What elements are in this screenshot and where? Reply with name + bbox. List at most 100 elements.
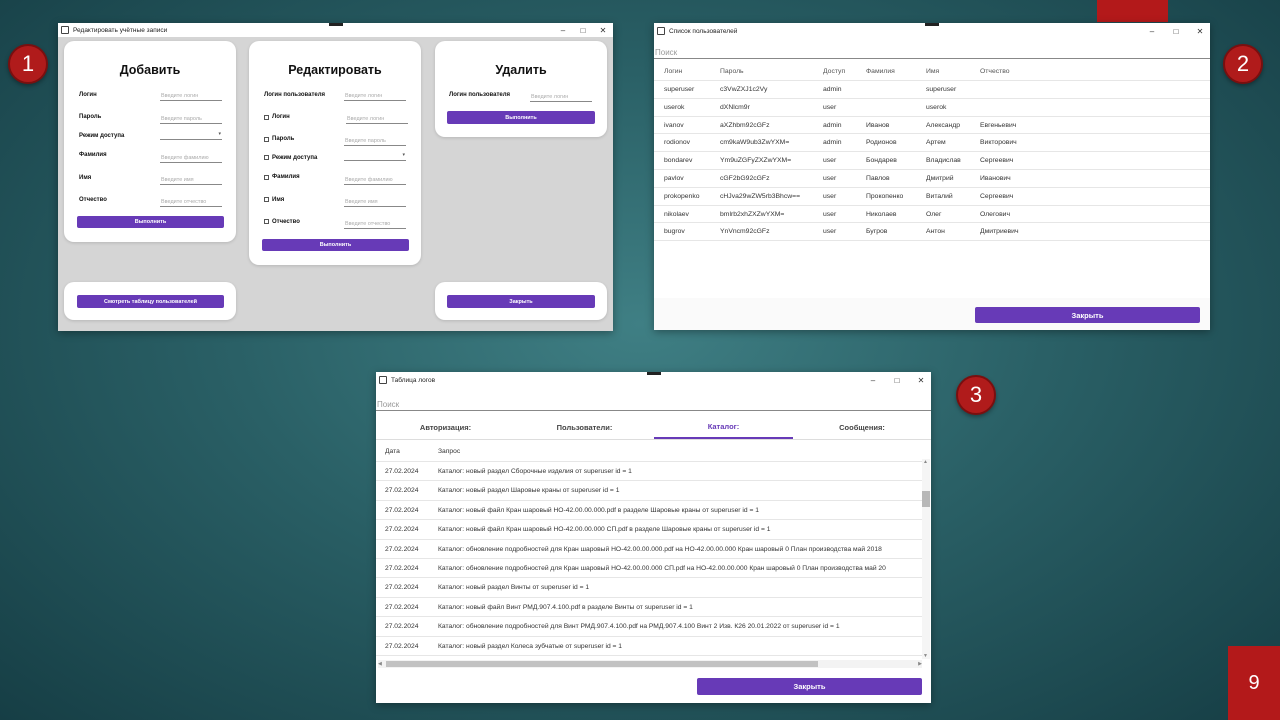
maximize-icon[interactable]: □ — [579, 26, 587, 35]
add-lastname-input[interactable]: Введите фамилию — [160, 154, 222, 163]
close-button[interactable]: Закрыть — [975, 307, 1200, 323]
close-icon[interactable]: ✕ — [917, 376, 925, 385]
minimize-icon[interactable]: – — [559, 26, 567, 35]
edit-lastname-checkbox[interactable] — [264, 175, 269, 180]
col-date[interactable]: Дата — [385, 442, 400, 461]
cell-lastname: Павлов — [866, 174, 890, 182]
add-login-input[interactable]: Введите логин — [160, 92, 222, 101]
window-titlebar: Таблица логов – □ ✕ — [376, 372, 931, 388]
cell-patronymic: Евгеньевич — [980, 121, 1017, 129]
cell-firstname: Виталий — [926, 192, 953, 200]
add-password-input[interactable]: Введите пароль — [160, 115, 222, 124]
drag-grip[interactable] — [925, 23, 939, 26]
app-icon — [657, 27, 665, 35]
edit-login-input[interactable]: Введите логин — [346, 115, 408, 124]
cell-password: cHJva29wZW5rb3Bhcw== — [720, 192, 801, 200]
delete-submit-button[interactable]: Выполнить — [447, 111, 595, 124]
table-row[interactable]: 27.02.2024 Каталог: новый раздел Винты от… — [376, 578, 922, 598]
edit-password-input[interactable]: Введите пароль — [344, 137, 406, 146]
table-row[interactable]: 27.02.2024 Каталог: новый раздел Шаровые … — [376, 481, 922, 501]
tab-catalog[interactable]: Каталог: — [654, 416, 793, 439]
add-patronymic-input[interactable]: Введите отчество — [160, 198, 222, 207]
edit-patronymic-checkbox[interactable] — [264, 219, 269, 224]
edit-login-checkbox[interactable] — [264, 115, 269, 120]
cell-lastname: Родионов — [866, 139, 897, 147]
table-row[interactable]: 27.02.2024 Каталог: обновление подробност… — [376, 540, 922, 559]
tab-authorization[interactable]: Авторизация: — [376, 416, 515, 439]
drag-grip[interactable] — [328, 23, 343, 26]
table-row[interactable]: bugrov YnVncm92cGFz user Бугров Антон Дмитрие… — [654, 223, 1210, 242]
col-password[interactable]: Пароль — [720, 63, 744, 81]
add-password-label: Пароль — [79, 114, 102, 120]
tab-messages[interactable]: Сообщения: — [793, 416, 931, 439]
edit-password-checkbox[interactable] — [264, 137, 269, 142]
table-row[interactable]: pavlov cGF2bG92cGFz user Павлов Дмитрий Ивано… — [654, 170, 1210, 188]
add-access-select[interactable]: ▾ — [160, 131, 222, 140]
table-row[interactable]: prokopenko cHJva29wZW5rb3Bhcw== user Прокоп… — [654, 188, 1210, 206]
table-row[interactable]: 27.02.2024 Каталог: новый файл Кран шаров… — [376, 501, 922, 521]
edit-patronymic-input[interactable]: Введите отчество — [344, 220, 406, 229]
search-input[interactable]: Поиск — [654, 48, 1210, 59]
view-users-table-button[interactable]: Смотреть таблицу пользователей — [77, 295, 224, 308]
table-row[interactable]: nikolaev bmlrb2xhZXZwYXM= user Николаев Олег… — [654, 206, 1210, 224]
search-placeholder: Поиск — [377, 400, 400, 409]
col-login[interactable]: Логин — [664, 63, 682, 81]
vertical-scrollbar[interactable]: ▲ ▼ — [922, 459, 930, 659]
table-row[interactable]: userok dXNlcm9r user userok — [654, 99, 1210, 117]
view-table-card: Смотреть таблицу пользователей — [64, 282, 236, 320]
add-firstname-input[interactable]: Введите имя — [160, 176, 222, 185]
add-firstname-label: Имя — [79, 175, 92, 181]
window-title: Редактировать учётные записи — [73, 26, 168, 34]
col-patronymic[interactable]: Отчество — [980, 63, 1010, 81]
table-row[interactable]: 27.02.2024 Каталог: новый файл Винт РМД.9… — [376, 598, 922, 618]
table-row[interactable]: bondarev Ym9uZGFyZXZwYXM= user Бондарев Влад… — [654, 152, 1210, 170]
table-row[interactable]: rodionov cm9kaW9ub3ZwYXM= admin Родионов Арт… — [654, 134, 1210, 153]
scrollbar-thumb[interactable] — [922, 491, 930, 507]
search-input[interactable]: Поиск — [376, 400, 931, 411]
window-titlebar: Редактировать учётные записи – □ ✕ — [58, 23, 613, 37]
table-row[interactable]: superuser c3VwZXJ1c2Vy admin superuser — [654, 81, 1210, 99]
cell-firstname: Олег — [926, 210, 942, 218]
cell-date: 27.02.2024 — [385, 603, 419, 611]
maximize-icon[interactable]: □ — [1172, 27, 1180, 36]
cell-access: admin — [823, 121, 842, 129]
cell-access: user — [823, 157, 837, 165]
table-row[interactable]: 27.02.2024 Каталог: новый раздел Сборочны… — [376, 462, 922, 482]
col-access[interactable]: Доступ — [823, 63, 845, 81]
horizontal-scrollbar[interactable]: ◀ ▶ — [378, 660, 922, 668]
window-titlebar: Список пользователей – □ ✕ — [654, 23, 1210, 39]
badge-2: 2 — [1223, 44, 1263, 84]
close-button[interactable]: Закрыть — [447, 295, 595, 308]
table-row[interactable]: 27.02.2024 Каталог: обновление подробност… — [376, 559, 922, 579]
scroll-up-icon[interactable]: ▲ — [923, 459, 928, 465]
col-request[interactable]: Запрос — [438, 442, 460, 461]
scroll-left-icon[interactable]: ◀ — [378, 661, 382, 667]
maximize-icon[interactable]: □ — [893, 376, 901, 385]
edit-submit-button[interactable]: Выполнить — [262, 239, 409, 251]
edit-access-select[interactable]: ▾ — [344, 152, 406, 161]
minimize-icon[interactable]: – — [1148, 27, 1156, 36]
edit-user-login-input[interactable]: Введите логин — [344, 92, 406, 101]
edit-heading: Редактировать — [288, 63, 382, 77]
drag-grip[interactable] — [646, 372, 661, 375]
col-firstname[interactable]: Имя — [926, 63, 939, 81]
table-row[interactable]: 27.02.2024 Каталог: новый файл Кран шаров… — [376, 520, 922, 540]
edit-firstname-checkbox[interactable] — [264, 197, 269, 202]
table-row[interactable]: 27.02.2024 Каталог: новый раздел Колеса з… — [376, 637, 922, 656]
col-lastname[interactable]: Фамилия — [866, 63, 895, 81]
scroll-down-icon[interactable]: ▼ — [923, 653, 928, 659]
edit-firstname-input[interactable]: Введите имя — [344, 198, 406, 207]
add-submit-button[interactable]: Выполнить — [77, 216, 224, 228]
scrollbar-thumb[interactable] — [386, 661, 818, 667]
minimize-icon[interactable]: – — [869, 376, 877, 385]
table-row[interactable]: 27.02.2024 Каталог: обновление подробност… — [376, 617, 922, 637]
close-button[interactable]: Закрыть — [697, 678, 922, 695]
tab-users[interactable]: Пользователи: — [515, 416, 654, 439]
edit-access-checkbox[interactable] — [264, 155, 269, 160]
close-icon[interactable]: ✕ — [599, 26, 607, 35]
scroll-right-icon[interactable]: ▶ — [918, 661, 922, 667]
edit-lastname-input[interactable]: Введите фамилию — [344, 176, 406, 185]
close-icon[interactable]: ✕ — [1196, 27, 1204, 36]
delete-user-login-input[interactable]: Введите логин — [530, 93, 592, 102]
table-row[interactable]: ivanov aXZhbm92cGFz admin Иванов Александр Ев… — [654, 117, 1210, 135]
